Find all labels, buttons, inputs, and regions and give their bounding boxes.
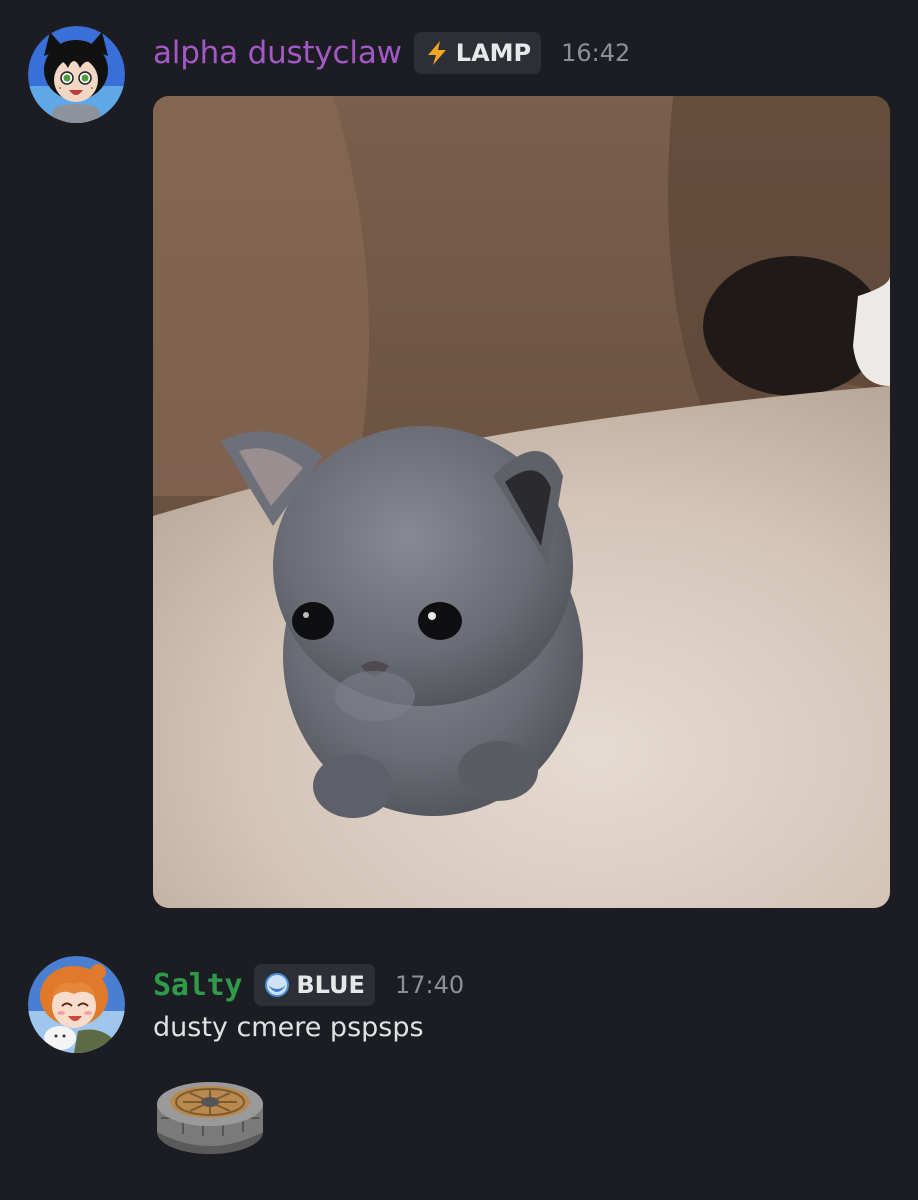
blue-orb-icon: [262, 970, 292, 1000]
message-header: alpha dustyclaw LAMP 16:42: [153, 28, 630, 78]
role-label: BLUE: [296, 971, 365, 999]
kitten-image: [153, 96, 890, 908]
pressure-plate-icon: [157, 1082, 263, 1154]
kitten-gif-attachment[interactable]: [153, 96, 890, 908]
message-alpha-dustyclaw: alpha dustyclaw LAMP 16:42: [0, 0, 918, 920]
username[interactable]: alpha dustyclaw: [153, 35, 402, 71]
timestamp: 17:40: [394, 971, 465, 999]
lightning-bolt-icon: [422, 38, 452, 68]
role-label: LAMP: [455, 39, 532, 67]
avatar-salty[interactable]: [28, 956, 125, 1053]
stone-pressure-plate-sticker[interactable]: [153, 1072, 267, 1162]
message-header: Salty BLUE 17:40: [153, 960, 464, 1010]
role-tag-blue[interactable]: BLUE: [254, 964, 375, 1006]
timestamp: 16:42: [561, 39, 631, 67]
username[interactable]: Salty: [153, 968, 243, 1003]
chat-message-list: alpha dustyclaw LAMP 16:42 Salty BLUE 17…: [0, 0, 918, 1200]
message-salty: Salty BLUE 17:40 dusty cmere pspsps: [0, 950, 918, 1200]
role-tag-lamp[interactable]: LAMP: [413, 32, 542, 74]
avatar-alpha-dustyclaw[interactable]: [28, 26, 125, 123]
message-text: dusty cmere pspsps: [153, 1012, 424, 1043]
avatar-cat-character-icon: [28, 26, 125, 123]
avatar-anime-character-icon: [28, 956, 125, 1053]
